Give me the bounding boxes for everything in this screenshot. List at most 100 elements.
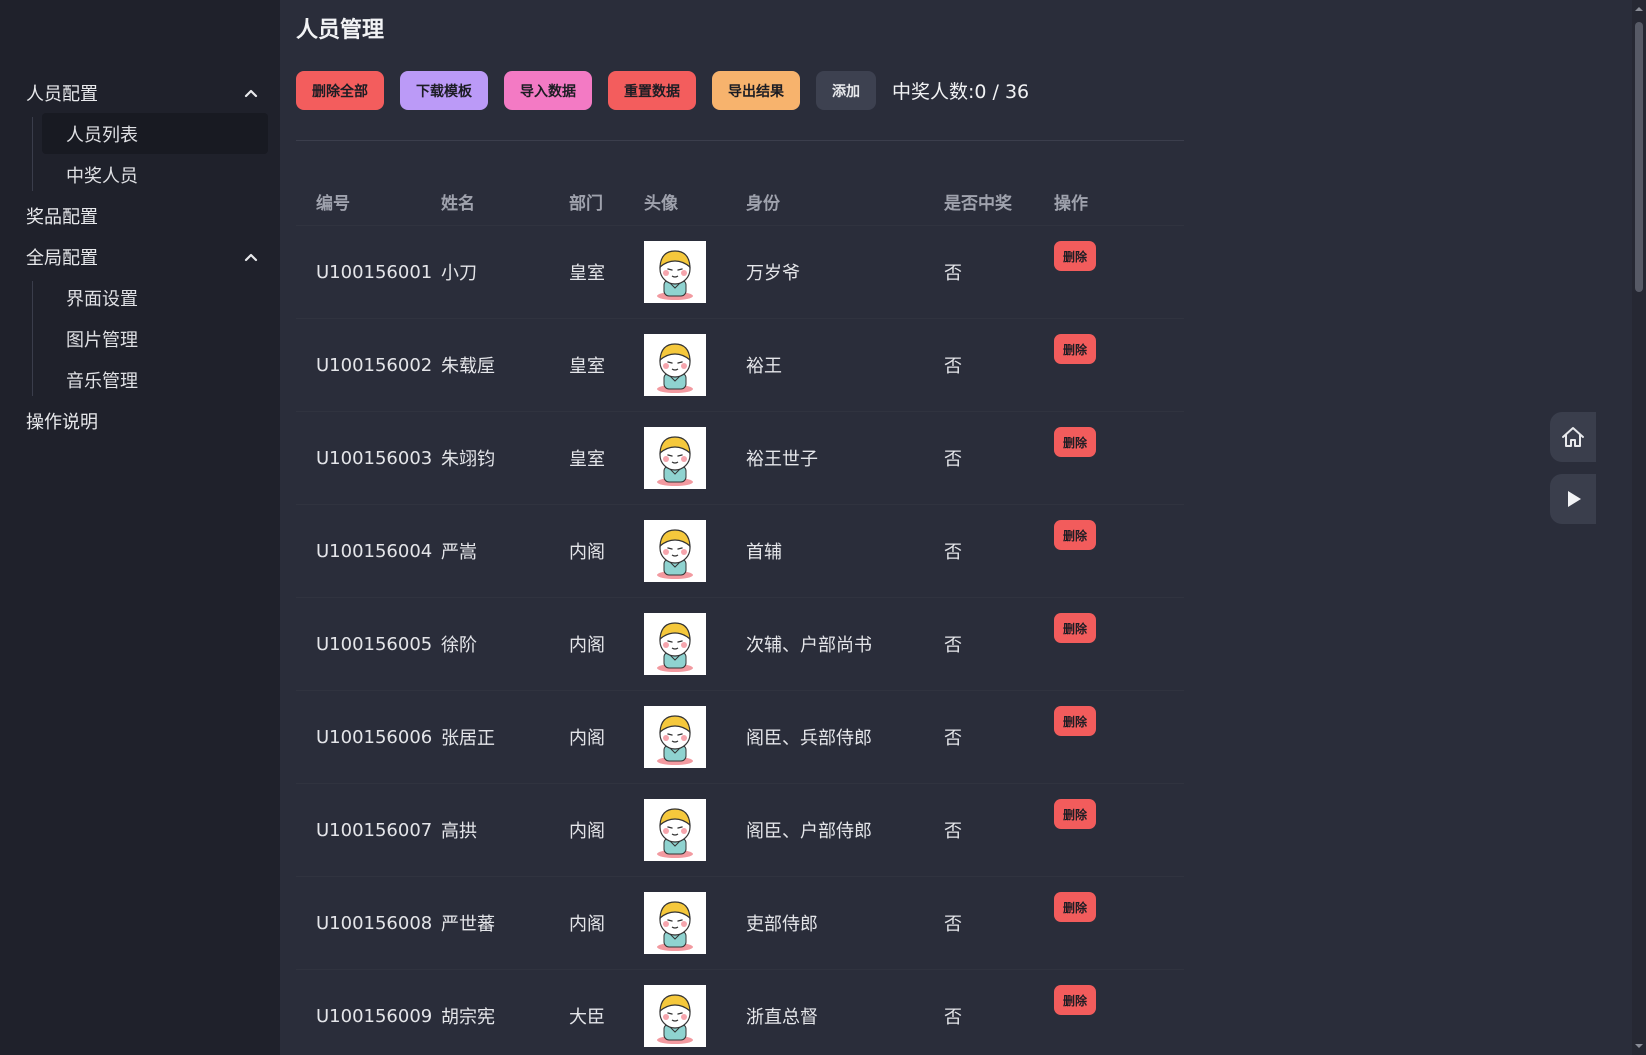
sidebar-submenu-global: 界面设置 图片管理 音乐管理 <box>32 277 280 400</box>
cartoon-avatar-icon <box>657 994 693 1044</box>
delete-row-button[interactable]: 删除 <box>1054 985 1097 1015</box>
scroll-up-icon[interactable] <box>1634 4 1644 14</box>
avatar <box>644 985 706 1047</box>
sidebar-item-music-manager[interactable]: 音乐管理 <box>42 359 268 400</box>
cell-name: 朱载垕 <box>441 356 495 377</box>
cell-avatar <box>644 241 746 303</box>
delete-row-button[interactable]: 删除 <box>1054 892 1097 922</box>
scrollbar-thumb[interactable] <box>1635 22 1643 292</box>
cell-dept: 内阁 <box>569 914 605 935</box>
cell-won: 否 <box>944 914 962 935</box>
cell-won: 否 <box>944 728 962 749</box>
cell-id: U100156008 <box>316 912 433 934</box>
cell-id: U100156003 <box>316 447 433 469</box>
sidebar-item-label: 界面设置 <box>66 288 138 310</box>
delete-row-button[interactable]: 删除 <box>1054 799 1097 829</box>
cell-dept: 内阁 <box>569 821 605 842</box>
cell-dept: 内阁 <box>569 635 605 656</box>
chevron-up-icon[interactable] <box>244 86 258 100</box>
avatar <box>644 427 706 489</box>
avatar <box>644 520 706 582</box>
delete-row-button[interactable]: 删除 <box>1054 520 1097 550</box>
column-header-id: 编号 <box>316 194 350 214</box>
table-row: U100156004 严嵩 内阁 首辅 否 删除 <box>296 505 1184 598</box>
sidebar-group-prize-config[interactable]: 奖品配置 <box>0 195 280 236</box>
sidebar-item-image-manager[interactable]: 图片管理 <box>42 318 268 359</box>
table-row: U100156002 朱载垕 皇室 裕王 否 删除 <box>296 319 1184 412</box>
cell-avatar <box>644 613 746 675</box>
sidebar-group-people-config[interactable]: 人员配置 <box>0 72 280 113</box>
export-result-button[interactable]: 导出结果 <box>712 71 800 110</box>
cell-role: 首辅 <box>746 542 782 563</box>
column-header-name: 姓名 <box>441 194 475 214</box>
sidebar-item-winners[interactable]: 中奖人员 <box>42 154 268 195</box>
column-header-dept: 部门 <box>569 194 603 214</box>
avatar <box>644 799 706 861</box>
toolbar: 删除全部 下载模板 导入数据 重置数据 导出结果 添加 中奖人数:0 / 36 <box>296 71 1029 110</box>
cell-id: U100156004 <box>316 540 433 562</box>
column-header-won: 是否中奖 <box>944 194 1012 214</box>
sidebar-item-people-list[interactable]: 人员列表 <box>42 113 268 154</box>
table-row: U100156007 高拱 内阁 阁臣、户部侍郎 否 删除 <box>296 784 1184 877</box>
cell-name: 徐阶 <box>441 635 477 656</box>
cell-won: 否 <box>944 821 962 842</box>
sidebar-group-label: 奖品配置 <box>26 206 98 228</box>
vertical-scrollbar[interactable] <box>1632 0 1646 1055</box>
main-content: 人员管理 删除全部 下载模板 导入数据 重置数据 导出结果 添加 中奖人数:0 … <box>296 0 1596 1055</box>
cell-role: 阁臣、兵部侍郎 <box>746 728 872 749</box>
delete-row-button[interactable]: 删除 <box>1054 241 1097 271</box>
import-data-button[interactable]: 导入数据 <box>504 71 592 110</box>
chevron-up-icon[interactable] <box>244 250 258 264</box>
avatar <box>644 241 706 303</box>
cartoon-avatar-icon <box>657 250 693 300</box>
sidebar-submenu-people: 人员列表 中奖人员 <box>32 113 280 195</box>
cell-won: 否 <box>944 449 962 470</box>
cell-dept: 内阁 <box>569 542 605 563</box>
cell-dept: 大臣 <box>569 1007 605 1028</box>
reset-data-button[interactable]: 重置数据 <box>608 71 696 110</box>
cartoon-avatar-icon <box>657 622 693 672</box>
cell-won: 否 <box>944 635 962 656</box>
cell-actions: 删除 <box>1054 970 1184 1015</box>
cell-dept: 皇室 <box>569 449 605 470</box>
cell-name: 小刀 <box>441 263 477 284</box>
delete-row-button[interactable]: 删除 <box>1054 334 1097 364</box>
delete-all-button[interactable]: 删除全部 <box>296 71 384 110</box>
sidebar-item-ui-settings[interactable]: 界面设置 <box>42 277 268 318</box>
cell-actions: 删除 <box>1054 412 1184 457</box>
cell-won: 否 <box>944 263 962 284</box>
cell-avatar <box>644 334 746 396</box>
cell-avatar <box>644 892 746 954</box>
delete-row-button[interactable]: 删除 <box>1054 613 1097 643</box>
cartoon-avatar-icon <box>657 343 693 393</box>
cell-dept: 皇室 <box>569 356 605 377</box>
column-header-avatar: 头像 <box>644 194 678 214</box>
play-button[interactable] <box>1550 474 1596 524</box>
scroll-down-icon[interactable] <box>1634 1041 1644 1051</box>
download-template-button[interactable]: 下载模板 <box>400 71 488 110</box>
cell-name: 朱翊钧 <box>441 449 495 470</box>
delete-row-button[interactable]: 删除 <box>1054 706 1097 736</box>
sidebar: 人员配置 人员列表 中奖人员 奖品配置 全局配置 界面设置 图片管理 音乐管理 … <box>0 0 280 1055</box>
cartoon-avatar-icon <box>657 529 693 579</box>
column-header-actions: 操作 <box>1054 194 1088 214</box>
cell-actions: 删除 <box>1054 877 1184 922</box>
add-button[interactable]: 添加 <box>816 71 876 110</box>
cell-id: U100156009 <box>316 1005 433 1027</box>
table-row: U100156006 张居正 内阁 阁臣、兵部侍郎 否 删除 <box>296 691 1184 784</box>
sidebar-group-label: 操作说明 <box>26 411 98 433</box>
avatar <box>644 892 706 954</box>
cell-actions: 删除 <box>1054 319 1184 364</box>
sidebar-group-label: 全局配置 <box>26 247 98 269</box>
home-icon <box>1562 427 1584 447</box>
home-button[interactable] <box>1550 412 1596 462</box>
sidebar-group-instructions[interactable]: 操作说明 <box>0 400 280 441</box>
table-header: 编号 姓名 部门 头像 身份 是否中奖 操作 <box>296 178 1184 226</box>
cell-avatar <box>644 706 746 768</box>
cartoon-avatar-icon <box>657 808 693 858</box>
delete-row-button[interactable]: 删除 <box>1054 427 1097 457</box>
sidebar-group-global-config[interactable]: 全局配置 <box>0 236 280 277</box>
cell-id: U100156005 <box>316 633 433 655</box>
sidebar-item-label: 音乐管理 <box>66 370 138 392</box>
cell-id: U100156001 <box>316 261 433 283</box>
